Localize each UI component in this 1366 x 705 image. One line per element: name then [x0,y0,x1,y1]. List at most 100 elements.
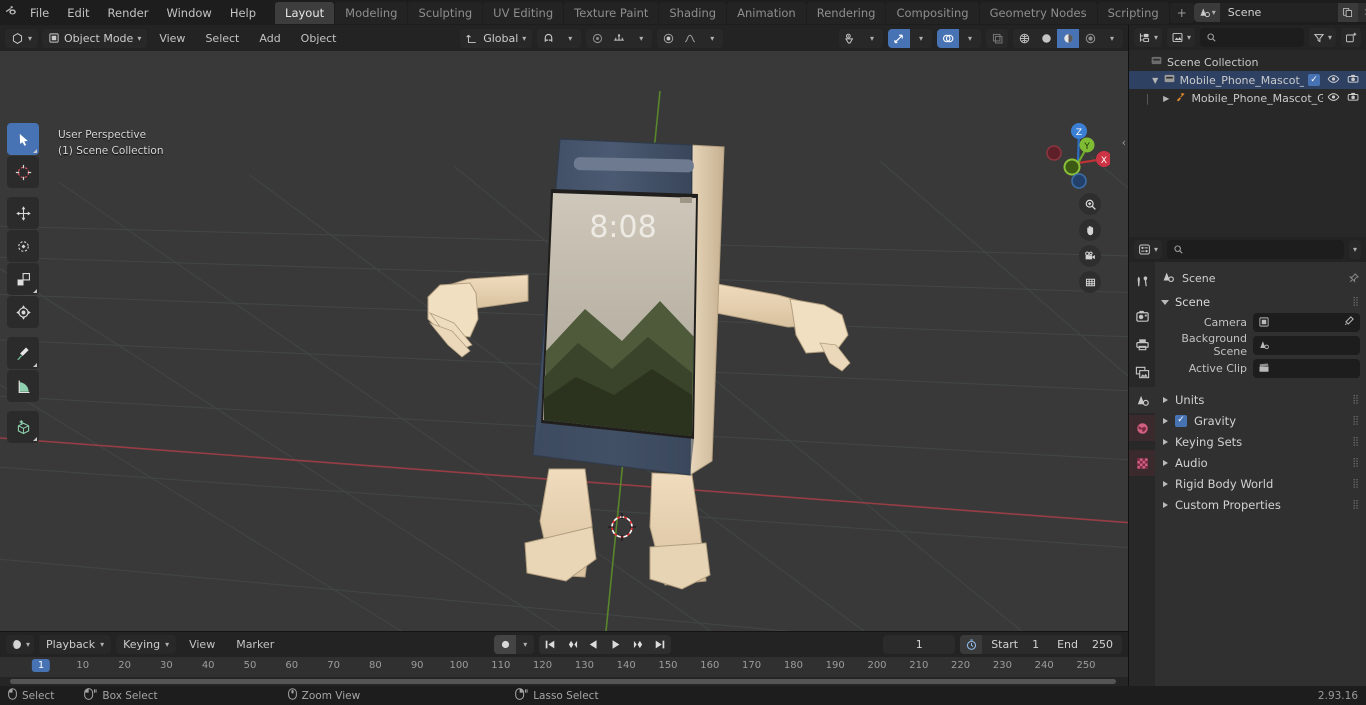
outliner-search-input[interactable] [1200,28,1304,47]
snap-increment-icon[interactable] [608,29,630,48]
properties-tab-output[interactable] [1129,331,1155,357]
scene-panel-header[interactable]: Scene ⣿ [1161,292,1360,312]
blender-logo-icon[interactable] [4,2,21,24]
units-panel-header[interactable]: Units ⣿ [1161,389,1360,410]
timeline-editor-type-button[interactable]: ▾ [6,634,35,654]
new-scene-button[interactable] [1337,3,1358,22]
snap-increment-dropdown[interactable]: ▾ [630,29,652,48]
workspace-tab-sculpting[interactable]: Sculpting [408,1,483,24]
play-icon[interactable] [605,635,627,654]
solid-shading-icon[interactable] [1035,29,1057,48]
overlays-icon[interactable] [937,28,960,48]
camera-view-icon[interactable] [1079,245,1101,267]
workspace-tab-animation[interactable]: Animation [727,1,806,24]
xray-group[interactable] [986,28,1009,48]
viewport-menu-select[interactable]: Select [197,30,247,47]
background-scene-field[interactable] [1253,335,1360,355]
workspace-tab-texture-paint[interactable]: Texture Paint [564,1,659,24]
overlays-dropdown[interactable]: ▾ [959,29,981,48]
properties-tab-scene[interactable] [1129,387,1155,413]
transform-tool[interactable] [7,296,39,328]
jump-start-icon[interactable] [539,635,561,654]
panel-drag-grip[interactable]: ⣿ [1352,437,1360,446]
outliner-id-type-button[interactable]: ▾ [1167,28,1196,47]
rigid-body-world-panel-header[interactable]: Rigid Body World ⣿ [1161,473,1360,494]
proportional-falloff-group[interactable]: ▾ [657,28,724,48]
eye-visibility-icon[interactable] [1327,74,1340,87]
shading-dropdown[interactable]: ▾ [1101,29,1123,48]
rendered-shading-icon[interactable] [1079,29,1101,48]
next-keyframe-icon[interactable] [627,635,649,654]
gravity-checkbox[interactable]: ✓ [1175,414,1187,427]
menu-help[interactable]: Help [221,3,265,23]
add-cube-tool[interactable] [7,411,39,443]
properties-tab-tool[interactable] [1129,268,1155,294]
new-collection-icon[interactable] [1341,28,1361,47]
timeline-menu-keying[interactable]: Keying ▾ [116,634,177,654]
jump-end-icon[interactable] [649,635,671,654]
ortho-persp-icon[interactable] [1079,271,1101,293]
menu-edit[interactable]: Edit [58,3,98,23]
menu-render[interactable]: Render [99,3,158,23]
panel-drag-grip[interactable]: ⣿ [1352,416,1360,425]
workspace-tab-geometry-nodes[interactable]: Geometry Nodes [979,1,1097,24]
mode-selector[interactable]: Object Mode ▾ [42,28,148,48]
cursor-tool[interactable] [7,156,39,188]
panel-drag-grip[interactable]: ⣿ [1352,479,1360,488]
audio-panel-header[interactable]: Audio ⣿ [1161,452,1360,473]
properties-tab-texture[interactable] [1129,450,1155,476]
gizmo-icon[interactable] [888,28,911,48]
viewport-menu-object[interactable]: Object [293,30,345,47]
custom-properties-panel-header[interactable]: Custom Properties ⣿ [1161,494,1360,515]
properties-tab-render[interactable] [1129,303,1155,329]
camera-field[interactable] [1253,312,1360,332]
tweak-select-tool[interactable] [7,123,39,155]
falloff-dropdown[interactable]: ▾ [701,29,723,48]
keying-sets-panel-header[interactable]: Keying Sets ⣿ [1161,431,1360,452]
panel-drag-grip[interactable]: ⣿ [1352,500,1360,509]
timeline-menu-view[interactable]: View [181,636,223,653]
properties-tab-world[interactable] [1129,415,1155,441]
visibility-dropdown[interactable]: ▾ [861,29,883,48]
gravity-panel-header[interactable]: ✓ Gravity ⣿ [1161,410,1360,431]
menu-file[interactable]: File [21,3,58,23]
timeline-menu-playback[interactable]: Playback ▾ [39,634,112,654]
snap-group[interactable]: ▾ [537,28,582,48]
eye-visibility-icon[interactable] [1327,92,1340,105]
end-frame-field[interactable]: End 250 [1048,635,1122,654]
outliner-editor-type-button[interactable]: ▾ [1134,28,1163,47]
outliner-row-scene-collection[interactable]: Scene Collection [1129,53,1366,71]
outliner-row-mascot-object[interactable]: | ▶ Mobile_Phone_Mascot_G( [1129,89,1366,107]
show-hide-icon[interactable] [839,29,861,48]
object-visibility-group[interactable]: ▾ [839,28,884,48]
falloff-curve-icon[interactable] [679,29,701,48]
scene-name-field[interactable]: Scene [1219,3,1338,22]
proportional-dot-icon[interactable] [657,29,679,48]
camera-render-icon[interactable] [1347,73,1360,87]
timeline-menu-marker[interactable]: Marker [228,636,282,653]
proportional-edit-icon[interactable] [586,29,608,48]
workspace-tab-shading[interactable]: Shading [659,1,727,24]
disclosure-triangle-right[interactable]: ▶ [1162,94,1171,103]
measure-tool[interactable] [7,370,39,402]
properties-search-input[interactable] [1167,240,1344,259]
viewport-menu-add[interactable]: Add [251,30,288,47]
gizmo-dropdown[interactable]: ▾ [910,29,932,48]
overlays-group[interactable]: ▾ [937,28,982,48]
unlink-scene-button[interactable]: ✕ [1357,3,1366,22]
workspace-tab-layout[interactable]: Layout [275,1,335,24]
add-workspace-button[interactable]: + [1169,2,1194,23]
material-preview-shading-icon[interactable] [1057,28,1080,48]
timeline-ruler[interactable]: 1 10 20 30 40 50 60 70 80 90 100 110 120 130 140 150 16… [0,656,1128,677]
panel-drag-grip[interactable]: ⣿ [1352,458,1360,467]
timeline-playhead[interactable]: 1 [31,659,51,672]
timeline-horizontal-scrollbar[interactable] [0,677,1128,686]
viewport-menu-view[interactable]: View [151,30,193,47]
frame-range-group[interactable]: Start 1 End 250 [960,634,1122,654]
workspace-tab-compositing[interactable]: Compositing [886,1,979,24]
workspace-tab-scripting[interactable]: Scripting [1097,1,1169,24]
sidebar-toggle-icon[interactable]: ‹ [1122,136,1126,149]
rotate-tool[interactable] [7,230,39,262]
auto-keying-group[interactable]: ▾ [494,634,535,654]
pin-icon[interactable] [1348,272,1360,285]
